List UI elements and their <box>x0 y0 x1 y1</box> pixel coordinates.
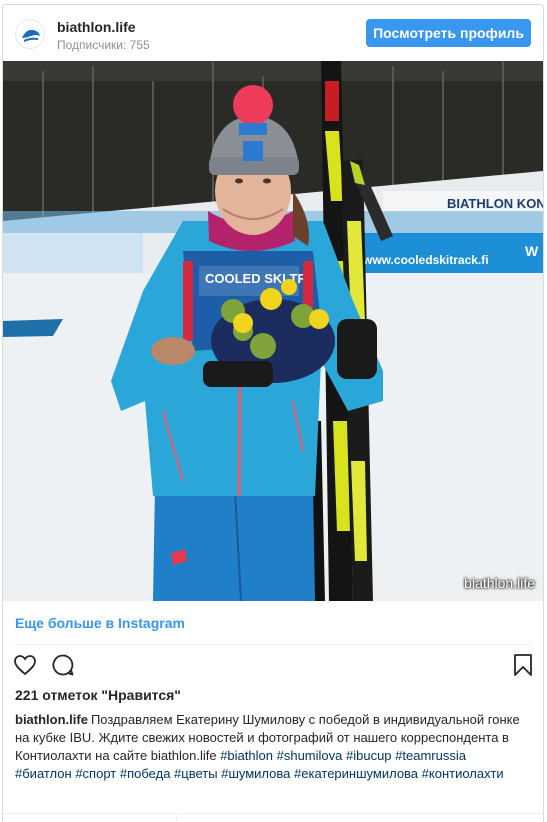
comment-icon <box>52 654 74 676</box>
hashtag-link[interactable]: #спорт <box>75 766 116 781</box>
heart-icon <box>14 655 36 676</box>
banner-text-top: BIATHLON KONT <box>447 196 543 211</box>
instagram-embed-card: biathlon.life Подписчики: 755 Посмотреть… <box>2 4 544 822</box>
post-username[interactable]: biathlon.life <box>57 19 136 35</box>
hashtag-link[interactable]: #победа <box>120 766 171 781</box>
hashtag-link[interactable]: #biathlon <box>220 748 273 763</box>
likes-count: 221 отметок "Нравится" <box>15 687 181 703</box>
divider <box>15 644 531 645</box>
post-photo[interactable]: BIATHLON KONT www.cooledskitrack.fi W CO… <box>3 61 543 601</box>
hashtag-link[interactable]: #цветы <box>174 766 218 781</box>
photo-illustration: BIATHLON KONT www.cooledskitrack.fi W CO… <box>3 61 543 601</box>
like-button[interactable] <box>13 653 37 677</box>
followers-count: Подписчики: 755 <box>57 38 150 52</box>
comment-button[interactable] <box>51 653 75 677</box>
hashtag-link[interactable]: #шумилова <box>221 766 290 781</box>
hashtag-link[interactable]: #teamrussia <box>395 748 466 763</box>
more-on-instagram-link[interactable]: Еще больше в Instagram <box>15 615 185 631</box>
hashtag-link[interactable]: #shumilova <box>277 748 343 763</box>
photo-watermark: biathlon.life <box>464 575 535 591</box>
hashtag-link[interactable]: #ibucup <box>346 748 392 763</box>
banner-letter: W <box>525 243 539 259</box>
view-profile-button[interactable]: Посмотреть профиль <box>366 19 531 47</box>
hashtag-link[interactable]: #биатлон <box>15 766 72 781</box>
divider <box>3 813 543 814</box>
comment-area[interactable] <box>3 815 177 822</box>
post-caption: biathlon.life Поздравляем Екатерину Шумил… <box>15 711 525 783</box>
profile-avatar[interactable] <box>15 19 45 49</box>
banner-text-side: www.cooledskitrack.fi <box>362 253 489 267</box>
post-header: biathlon.life Подписчики: 755 Посмотреть… <box>3 5 543 61</box>
bookmark-icon <box>514 654 532 676</box>
save-button[interactable] <box>511 653 535 677</box>
caption-username[interactable]: biathlon.life <box>15 712 88 727</box>
hashtag-link[interactable]: #контиолахти <box>422 766 504 781</box>
hashtag-link[interactable]: #екатериншумилова <box>294 766 418 781</box>
